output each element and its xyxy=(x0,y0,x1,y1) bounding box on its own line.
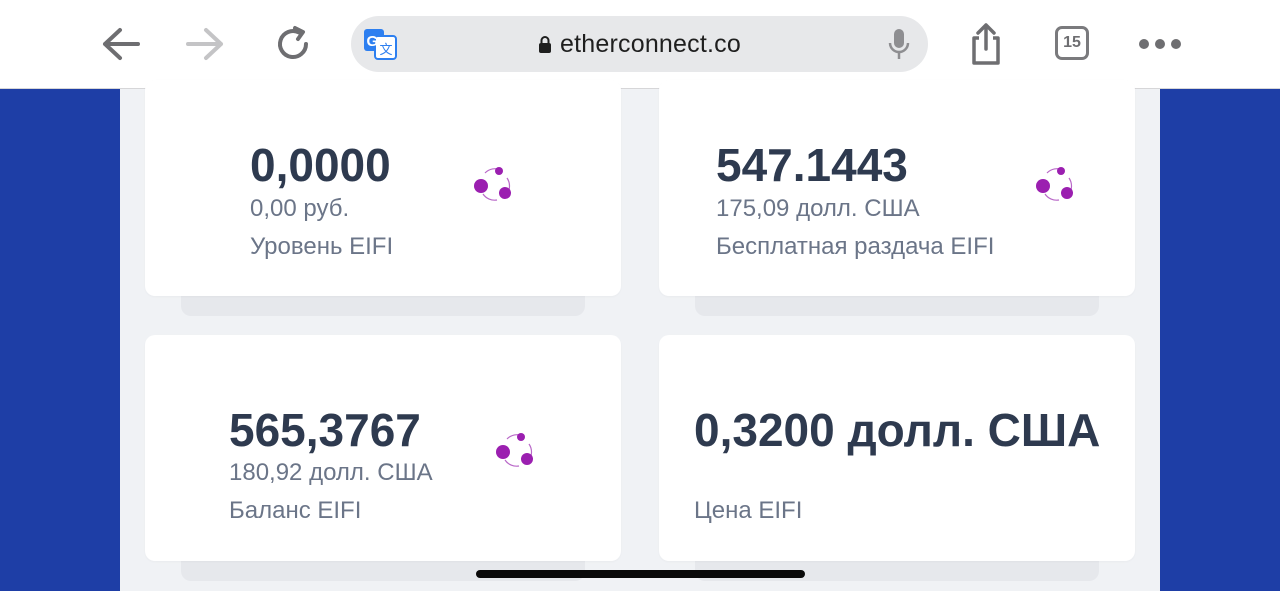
eifi-balance-label: Баланс EIFI xyxy=(229,497,362,524)
url-text: etherconnect.co xyxy=(560,29,741,58)
eifi-level-card: 0,0000 0,00 руб. Уровень EIFI xyxy=(145,80,621,296)
share-icon xyxy=(972,23,1000,65)
url-display: etherconnect.co xyxy=(351,16,928,72)
mic-icon[interactable] xyxy=(888,28,910,62)
home-indicator xyxy=(476,570,805,578)
eifi-price-card: 0,3200 долл. США Цена EIFI xyxy=(659,335,1135,561)
back-button[interactable] xyxy=(96,20,144,68)
more-icon xyxy=(1139,39,1181,49)
reload-icon xyxy=(278,26,308,60)
eifi-logo-icon xyxy=(496,433,533,467)
browser-toolbar: G 文 etherconnect.co 15 xyxy=(0,0,1280,89)
eifi-airdrop-card: 547.1443 175,09 долл. США Бесплатная раз… xyxy=(659,80,1135,296)
tab-count: 15 xyxy=(1063,34,1081,51)
eifi-logo-icon xyxy=(1036,167,1073,201)
eifi-balance-fiat: 180,92 долл. США xyxy=(229,459,433,486)
eifi-level-value: 0,0000 xyxy=(250,139,391,191)
forward-icon xyxy=(186,28,223,60)
more-button[interactable] xyxy=(1136,20,1184,68)
lock-icon xyxy=(539,36,552,53)
eifi-level-fiat: 0,00 руб. xyxy=(250,195,350,222)
eifi-level-label: Уровень EIFI xyxy=(250,233,394,260)
back-icon xyxy=(103,28,140,60)
share-button[interactable] xyxy=(962,20,1010,68)
forward-button[interactable] xyxy=(182,20,230,68)
eifi-logo-icon xyxy=(474,167,511,201)
tabs-button[interactable]: 15 xyxy=(1055,26,1089,60)
eifi-price-label: Цена EIFI xyxy=(694,497,803,524)
address-bar[interactable]: G 文 etherconnect.co xyxy=(351,16,928,72)
eifi-price-value: 0,3200 долл. США xyxy=(694,404,1101,456)
eifi-airdrop-fiat: 175,09 долл. США xyxy=(716,195,920,222)
eifi-airdrop-label: Бесплатная раздача EIFI xyxy=(716,233,995,260)
eifi-balance-card: 565,3767 180,92 долл. США Баланс EIFI xyxy=(145,335,621,561)
eifi-airdrop-value: 547.1443 xyxy=(716,139,908,191)
reload-button[interactable] xyxy=(269,20,317,68)
eifi-balance-value: 565,3767 xyxy=(229,404,421,456)
